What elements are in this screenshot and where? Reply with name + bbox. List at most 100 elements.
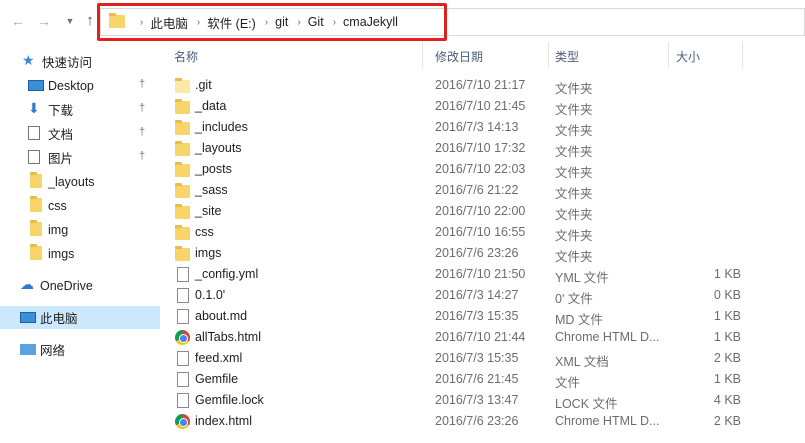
file-type: 文件夹: [555, 124, 593, 138]
sidebar-item-label: Desktop: [48, 78, 94, 93]
folder-icon: [175, 225, 190, 240]
file-row[interactable]: _includes 2016/7/3 14:13 文件夹: [160, 117, 805, 138]
file-row[interactable]: _layouts 2016/7/10 17:32 文件夹: [160, 138, 805, 159]
folder-icon: [175, 162, 190, 177]
file-type: 文件夹: [555, 229, 593, 243]
back-arrow-icon[interactable]: ←: [10, 13, 26, 29]
pin-icon: †: [139, 150, 146, 162]
file-row[interactable]: _site 2016/7/10 22:00 文件夹: [160, 201, 805, 222]
folder-icon: [175, 204, 190, 219]
column-date-header[interactable]: 修改日期: [435, 48, 483, 65]
column-divider[interactable]: [668, 42, 669, 68]
sidebar-item[interactable]: css: [0, 194, 160, 217]
sidebar-item[interactable]: 网络: [0, 338, 160, 361]
file-name: _data: [195, 99, 227, 113]
file-row[interactable]: allTabs.html 2016/7/10 21:44 Chrome HTML D…: [160, 327, 805, 348]
file-date: 2016/7/10 21:50: [435, 267, 526, 281]
forward-arrow-icon[interactable]: →: [36, 13, 52, 29]
file-size: 4 KB: [713, 393, 741, 407]
file-row[interactable]: css 2016/7/10 16:55 文件夹: [160, 222, 805, 243]
file-row[interactable]: Gemfile.lock 2016/7/3 13:47 LOCK 文件 4 KB: [160, 390, 805, 411]
file-date: 2016/7/3 14:13: [435, 120, 519, 134]
file-type: 文件夹: [555, 250, 593, 264]
sidebar-item-label: 此电脑: [40, 312, 78, 326]
up-arrow-icon[interactable]: ↑: [82, 13, 98, 29]
sidebar-item[interactable]: img: [0, 218, 160, 241]
sidebar-item[interactable]: 文档 †: [0, 122, 160, 145]
computer-icon: [20, 312, 36, 323]
network-icon: [20, 344, 36, 355]
folder-icon: [175, 183, 190, 198]
file-name: .git: [195, 78, 212, 92]
sidebar-item-label: css: [48, 198, 67, 213]
file-name: imgs: [195, 246, 222, 260]
file-row[interactable]: imgs 2016/7/6 23:26 文件夹: [160, 243, 805, 264]
file-type: LOCK 文件: [555, 397, 618, 411]
file-type: 文件夹: [555, 208, 593, 222]
file-row[interactable]: 0.1.0' 2016/7/3 14:27 0' 文件 0 KB: [160, 285, 805, 306]
chrome-icon: [175, 330, 190, 345]
sidebar-item[interactable]: ⬇ 下载 †: [0, 98, 160, 121]
folder-icon: [30, 172, 42, 188]
sidebar-item-label: 快速访问: [42, 56, 93, 70]
download-icon: ⬇: [28, 100, 40, 116]
file-row[interactable]: .git 2016/7/10 21:17 文件夹: [160, 75, 805, 96]
sidebar-item[interactable]: ★ 快速访问: [0, 50, 160, 73]
file-date: 2016/7/10 21:44: [435, 330, 526, 344]
column-divider[interactable]: [548, 42, 549, 68]
folder-icon: [175, 141, 190, 156]
file-type: 文件夹: [555, 166, 593, 180]
address-highlight-box: [97, 3, 447, 41]
file-name: about.md: [195, 309, 248, 323]
cloud-icon: ☁: [20, 276, 34, 292]
file-date: 2016/7/3 14:27: [435, 288, 519, 302]
recent-locations-chevron-icon[interactable]: ▼: [62, 13, 78, 29]
file-date: 2016/7/6 23:26: [435, 414, 519, 428]
file-date: 2016/7/3 13:47: [435, 393, 519, 407]
star-icon: ★: [22, 52, 35, 68]
file-row[interactable]: _posts 2016/7/10 22:03 文件夹: [160, 159, 805, 180]
file-name: _config.yml: [195, 267, 259, 281]
file-name: 0.1.0': [195, 288, 226, 302]
file-icon: [177, 309, 189, 324]
column-type-header[interactable]: 类型: [555, 48, 579, 65]
sidebar-item[interactable]: Desktop †: [0, 74, 160, 97]
file-date: 2016/7/10 21:17: [435, 78, 526, 92]
file-name: css: [195, 225, 214, 239]
file-row[interactable]: feed.xml 2016/7/3 15:35 XML 文档 2 KB: [160, 348, 805, 369]
sidebar-item[interactable]: imgs: [0, 242, 160, 265]
file-date: 2016/7/6 21:45: [435, 372, 519, 386]
sidebar-item-label: img: [48, 222, 69, 237]
column-size-header[interactable]: 大小: [676, 48, 700, 65]
file-row[interactable]: Gemfile 2016/7/6 21:45 文件 1 KB: [160, 369, 805, 390]
sidebar-item[interactable]: 图片 †: [0, 146, 160, 169]
file-icon: [177, 351, 189, 366]
file-name: Gemfile.lock: [195, 393, 264, 407]
file-row[interactable]: about.md 2016/7/3 15:35 MD 文件 1 KB: [160, 306, 805, 327]
column-divider[interactable]: [422, 42, 423, 68]
file-date: 2016/7/10 16:55: [435, 225, 526, 239]
column-header: 名称 修改日期 类型 大小: [160, 42, 805, 68]
column-divider[interactable]: [742, 42, 743, 68]
folder-icon: [175, 78, 190, 93]
file-row[interactable]: _data 2016/7/10 21:45 文件夹: [160, 96, 805, 117]
file-icon: [177, 372, 189, 387]
sidebar-item[interactable]: ☁ OneDrive: [0, 274, 160, 297]
file-date: 2016/7/10 21:45: [435, 99, 526, 113]
column-name-header[interactable]: 名称: [174, 48, 198, 65]
file-name: _posts: [195, 162, 232, 176]
file-row[interactable]: _config.yml 2016/7/10 21:50 YML 文件 1 KB: [160, 264, 805, 285]
file-size: 0 KB: [713, 288, 741, 302]
file-size: 1 KB: [713, 372, 741, 386]
file-icon: [177, 288, 189, 303]
file-name: _site: [195, 204, 222, 218]
file-row[interactable]: _sass 2016/7/6 21:22 文件夹: [160, 180, 805, 201]
sidebar-item[interactable]: _layouts: [0, 170, 160, 193]
file-date: 2016/7/10 22:00: [435, 204, 526, 218]
sidebar-item-label: 文档: [48, 128, 74, 142]
file-type: XML 文档: [555, 355, 609, 369]
file-type: 文件: [555, 376, 581, 390]
file-row[interactable]: index.html 2016/7/6 23:26 Chrome HTML D...…: [160, 411, 805, 432]
file-date: 2016/7/3 15:35: [435, 351, 519, 365]
sidebar-item[interactable]: 此电脑: [0, 306, 160, 329]
